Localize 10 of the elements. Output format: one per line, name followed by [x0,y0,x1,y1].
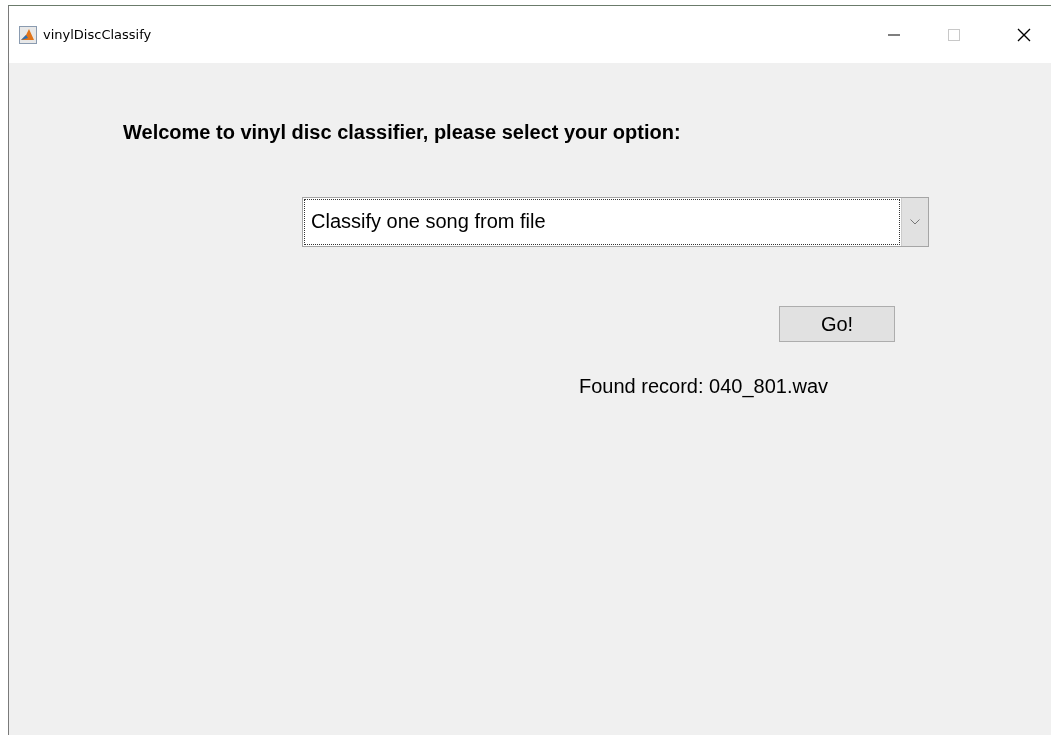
chevron-down-icon [910,219,920,225]
app-icon [19,25,37,44]
minimize-icon [888,33,900,36]
window-title: vinylDiscClassify [43,25,152,44]
option-dropdown[interactable]: Classify one song from file [302,197,929,247]
maximize-icon [948,28,960,41]
go-button[interactable]: Go! [779,306,895,342]
status-text: Found record: 040_801.wav [579,374,829,400]
welcome-heading: Welcome to vinyl disc classifier, please select your option: [123,120,681,145]
close-icon [1017,27,1031,42]
